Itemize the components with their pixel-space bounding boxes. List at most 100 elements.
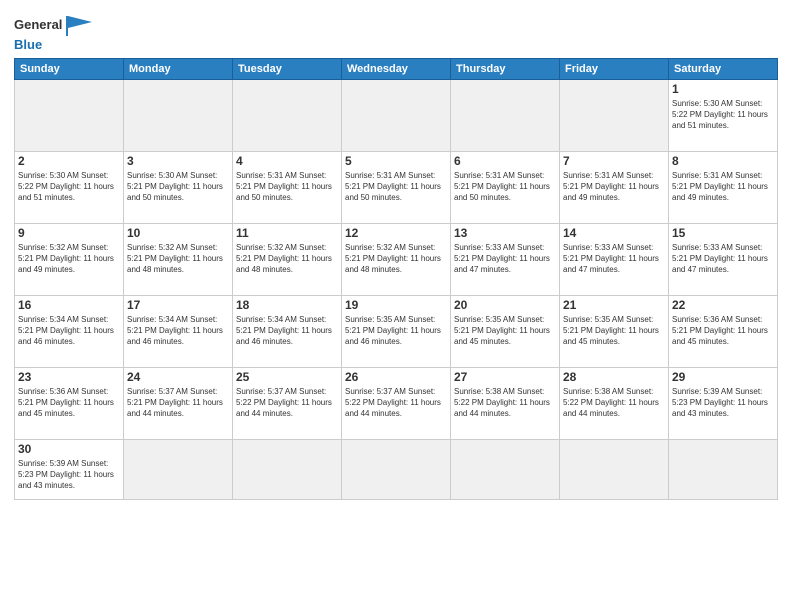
calendar-cell: 28 Sunrise: 5:38 AM Sunset: 5:22 PM Dayli… <box>560 368 669 440</box>
day-number: 11 <box>236 226 338 240</box>
calendar-cell: 7Sunrise: 5:31 AM Sunset: 5:21 PM Daylig… <box>560 152 669 224</box>
day-number: 1 <box>672 82 774 96</box>
day-info: Sunrise: 5:32 AM Sunset: 5:21 PM Dayligh… <box>345 242 447 276</box>
day-info: Sunrise: 5:38 AM Sunset: 5:22 PM Dayligh… <box>563 386 665 420</box>
day-number: 27 <box>454 370 556 384</box>
day-info: Sunrise: 5:39 AM Sunset: 5:23 PM Dayligh… <box>18 458 120 492</box>
day-info: Sunrise: 5:34 AM Sunset: 5:21 PM Dayligh… <box>127 314 229 348</box>
calendar-cell: 17 Sunrise: 5:34 AM Sunset: 5:21 PM Dayli… <box>124 296 233 368</box>
day-info: Sunrise: 5:33 AM Sunset: 5:21 PM Dayligh… <box>454 242 556 276</box>
day-number: 4 <box>236 154 338 168</box>
logo-flag-icon <box>64 14 92 36</box>
calendar-cell: 19Sunrise: 5:35 AM Sunset: 5:21 PM Dayli… <box>342 296 451 368</box>
calendar-cell: 30 Sunrise: 5:39 AM Sunset: 5:23 PM Dayli… <box>15 440 124 500</box>
day-number: 21 <box>563 298 665 312</box>
day-info: Sunrise: 5:30 AM Sunset: 5:21 PM Dayligh… <box>127 170 229 204</box>
day-number: 12 <box>345 226 447 240</box>
logo-text-blue: Blue <box>14 37 42 52</box>
day-info: Sunrise: 5:34 AM Sunset: 5:21 PM Dayligh… <box>18 314 120 348</box>
day-info: Sunrise: 5:36 AM Sunset: 5:21 PM Dayligh… <box>18 386 120 420</box>
calendar-cell: 27Sunrise: 5:38 AM Sunset: 5:22 PM Dayli… <box>451 368 560 440</box>
weekday-header-thursday: Thursday <box>451 59 560 80</box>
calendar-cell: 16 Sunrise: 5:34 AM Sunset: 5:21 PM Dayli… <box>15 296 124 368</box>
page: General Blue SundayMondayTuesdayWednesda… <box>0 0 792 612</box>
day-number: 10 <box>127 226 229 240</box>
calendar-week-row: 1 Sunrise: 5:30 AM Sunset: 5:22 PM Daylig… <box>15 80 778 152</box>
logo: General Blue <box>14 14 92 54</box>
calendar-cell: 10 Sunrise: 5:32 AM Sunset: 5:21 PM Dayli… <box>124 224 233 296</box>
weekday-header-row: SundayMondayTuesdayWednesdayThursdayFrid… <box>15 59 778 80</box>
calendar-cell <box>451 80 560 152</box>
day-number: 24 <box>127 370 229 384</box>
day-number: 20 <box>454 298 556 312</box>
day-info: Sunrise: 5:31 AM Sunset: 5:21 PM Dayligh… <box>236 170 338 204</box>
day-info: Sunrise: 5:32 AM Sunset: 5:21 PM Dayligh… <box>236 242 338 276</box>
day-info: Sunrise: 5:31 AM Sunset: 5:21 PM Dayligh… <box>563 170 665 204</box>
day-number: 28 <box>563 370 665 384</box>
weekday-header-saturday: Saturday <box>669 59 778 80</box>
day-info: Sunrise: 5:33 AM Sunset: 5:21 PM Dayligh… <box>672 242 774 276</box>
day-number: 30 <box>18 442 120 456</box>
calendar-cell <box>560 440 669 500</box>
calendar-cell <box>451 440 560 500</box>
day-info: Sunrise: 5:31 AM Sunset: 5:21 PM Dayligh… <box>454 170 556 204</box>
weekday-header-monday: Monday <box>124 59 233 80</box>
day-number: 14 <box>563 226 665 240</box>
day-info: Sunrise: 5:31 AM Sunset: 5:21 PM Dayligh… <box>345 170 447 204</box>
calendar-cell: 2Sunrise: 5:30 AM Sunset: 5:22 PM Daylig… <box>15 152 124 224</box>
day-number: 18 <box>236 298 338 312</box>
weekday-header-tuesday: Tuesday <box>233 59 342 80</box>
calendar-cell: 25 Sunrise: 5:37 AM Sunset: 5:22 PM Dayli… <box>233 368 342 440</box>
calendar-cell <box>669 440 778 500</box>
calendar-cell: 9 Sunrise: 5:32 AM Sunset: 5:21 PM Daylig… <box>15 224 124 296</box>
day-number: 23 <box>18 370 120 384</box>
day-info: Sunrise: 5:32 AM Sunset: 5:21 PM Dayligh… <box>18 242 120 276</box>
day-info: Sunrise: 5:37 AM Sunset: 5:21 PM Dayligh… <box>127 386 229 420</box>
header: General Blue <box>14 10 778 54</box>
day-number: 16 <box>18 298 120 312</box>
day-number: 15 <box>672 226 774 240</box>
calendar-cell: 14 Sunrise: 5:33 AM Sunset: 5:21 PM Dayli… <box>560 224 669 296</box>
calendar-cell: 23 Sunrise: 5:36 AM Sunset: 5:21 PM Dayli… <box>15 368 124 440</box>
day-info: Sunrise: 5:30 AM Sunset: 5:22 PM Dayligh… <box>672 98 774 132</box>
weekday-header-wednesday: Wednesday <box>342 59 451 80</box>
day-number: 9 <box>18 226 120 240</box>
day-info: Sunrise: 5:35 AM Sunset: 5:21 PM Dayligh… <box>345 314 447 348</box>
calendar-cell: 20Sunrise: 5:35 AM Sunset: 5:21 PM Dayli… <box>451 296 560 368</box>
day-info: Sunrise: 5:34 AM Sunset: 5:21 PM Dayligh… <box>236 314 338 348</box>
day-info: Sunrise: 5:37 AM Sunset: 5:22 PM Dayligh… <box>236 386 338 420</box>
day-number: 26 <box>345 370 447 384</box>
day-number: 17 <box>127 298 229 312</box>
calendar-cell: 13 Sunrise: 5:33 AM Sunset: 5:21 PM Dayli… <box>451 224 560 296</box>
day-info: Sunrise: 5:31 AM Sunset: 5:21 PM Dayligh… <box>672 170 774 204</box>
calendar-cell: 26Sunrise: 5:37 AM Sunset: 5:22 PM Dayli… <box>342 368 451 440</box>
calendar-cell: 29 Sunrise: 5:39 AM Sunset: 5:23 PM Dayli… <box>669 368 778 440</box>
logo-text-general: General <box>14 17 62 33</box>
calendar-cell <box>560 80 669 152</box>
calendar-cell <box>124 80 233 152</box>
calendar-cell: 3 Sunrise: 5:30 AM Sunset: 5:21 PM Daylig… <box>124 152 233 224</box>
calendar-week-row: 23 Sunrise: 5:36 AM Sunset: 5:21 PM Dayli… <box>15 368 778 440</box>
calendar-cell: 18 Sunrise: 5:34 AM Sunset: 5:21 PM Dayli… <box>233 296 342 368</box>
calendar-cell: 11 Sunrise: 5:32 AM Sunset: 5:21 PM Dayli… <box>233 224 342 296</box>
calendar-cell: 1 Sunrise: 5:30 AM Sunset: 5:22 PM Daylig… <box>669 80 778 152</box>
calendar-week-row: 2Sunrise: 5:30 AM Sunset: 5:22 PM Daylig… <box>15 152 778 224</box>
calendar-week-row: 16 Sunrise: 5:34 AM Sunset: 5:21 PM Dayli… <box>15 296 778 368</box>
day-number: 8 <box>672 154 774 168</box>
day-info: Sunrise: 5:32 AM Sunset: 5:21 PM Dayligh… <box>127 242 229 276</box>
calendar-cell <box>233 80 342 152</box>
day-info: Sunrise: 5:33 AM Sunset: 5:21 PM Dayligh… <box>563 242 665 276</box>
day-number: 2 <box>18 154 120 168</box>
day-number: 25 <box>236 370 338 384</box>
day-number: 5 <box>345 154 447 168</box>
calendar-cell: 15 Sunrise: 5:33 AM Sunset: 5:21 PM Dayli… <box>669 224 778 296</box>
day-info: Sunrise: 5:39 AM Sunset: 5:23 PM Dayligh… <box>672 386 774 420</box>
calendar-cell: 5 Sunrise: 5:31 AM Sunset: 5:21 PM Daylig… <box>342 152 451 224</box>
calendar-cell: 24 Sunrise: 5:37 AM Sunset: 5:21 PM Dayli… <box>124 368 233 440</box>
calendar-week-row: 9 Sunrise: 5:32 AM Sunset: 5:21 PM Daylig… <box>15 224 778 296</box>
calendar-week-row: 30 Sunrise: 5:39 AM Sunset: 5:23 PM Dayli… <box>15 440 778 500</box>
day-number: 29 <box>672 370 774 384</box>
day-number: 3 <box>127 154 229 168</box>
day-number: 13 <box>454 226 556 240</box>
calendar-cell <box>15 80 124 152</box>
